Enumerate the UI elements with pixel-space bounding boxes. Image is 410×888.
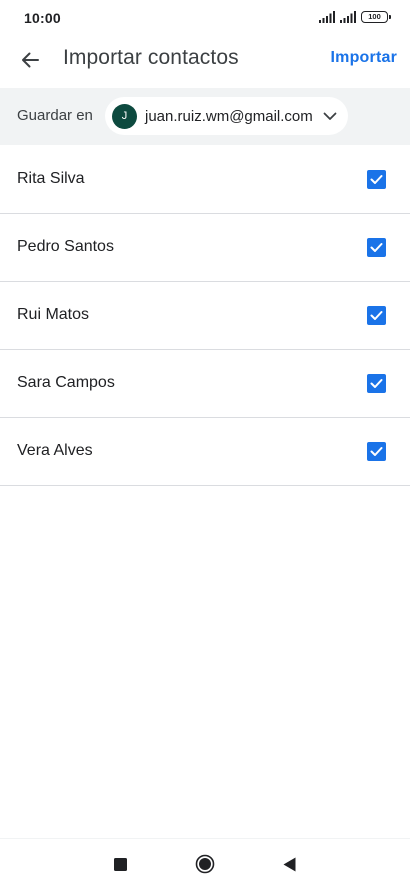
back-triangle-icon: [283, 857, 295, 871]
status-icons: 100: [319, 11, 391, 23]
list-item[interactable]: Rui Matos: [0, 282, 410, 350]
check-icon: [370, 447, 383, 456]
contact-checkbox[interactable]: [367, 238, 386, 257]
contact-checkbox[interactable]: [367, 374, 386, 393]
signal-icon: [319, 11, 335, 23]
home-circle-icon: [195, 854, 215, 874]
account-bar: Guardar en J juan.ruiz.wm@gmail.com: [0, 88, 410, 145]
avatar: J: [112, 103, 137, 129]
battery-level: 100: [368, 12, 381, 22]
check-icon: [370, 243, 383, 252]
check-icon: [370, 311, 383, 320]
contact-list: Rita Silva Pedro Santos Rui Matos Sara C…: [0, 146, 410, 486]
import-button[interactable]: Importar: [331, 49, 398, 67]
back-button[interactable]: [12, 40, 48, 80]
contact-name: Rui Matos: [17, 306, 90, 323]
check-icon: [370, 175, 383, 184]
page-title: Importar contactos: [63, 46, 239, 69]
check-icon: [370, 379, 383, 388]
app-bar: Importar contactos Importar: [0, 36, 410, 84]
list-item[interactable]: Vera Alves: [0, 418, 410, 486]
contact-name: Pedro Santos: [17, 238, 114, 255]
list-item[interactable]: Sara Campos: [0, 350, 410, 418]
chevron-down-icon: [323, 112, 337, 120]
recents-button[interactable]: [105, 849, 135, 879]
contact-name: Sara Campos: [17, 374, 115, 391]
contact-checkbox[interactable]: [367, 442, 386, 461]
list-item[interactable]: Rita Silva: [0, 146, 410, 214]
contact-name: Rita Silva: [17, 170, 85, 187]
account-email: juan.ruiz.wm@gmail.com: [145, 107, 313, 125]
system-back-button[interactable]: [274, 849, 304, 879]
home-button[interactable]: [190, 849, 220, 879]
account-selector[interactable]: J juan.ruiz.wm@gmail.com: [105, 97, 348, 135]
contact-name: Vera Alves: [17, 442, 93, 459]
signal-icon: [340, 11, 356, 23]
recents-square-icon: [113, 857, 127, 871]
system-nav-bar: [0, 838, 410, 888]
contact-checkbox[interactable]: [367, 306, 386, 325]
list-item[interactable]: Pedro Santos: [0, 214, 410, 282]
save-to-label: Guardar en: [17, 107, 93, 124]
status-bar: 10:00 100: [0, 0, 410, 36]
contact-checkbox[interactable]: [367, 170, 386, 189]
status-time: 10:00: [24, 10, 61, 26]
arrow-back-icon: [22, 52, 39, 68]
battery-icon: 100: [361, 11, 391, 23]
